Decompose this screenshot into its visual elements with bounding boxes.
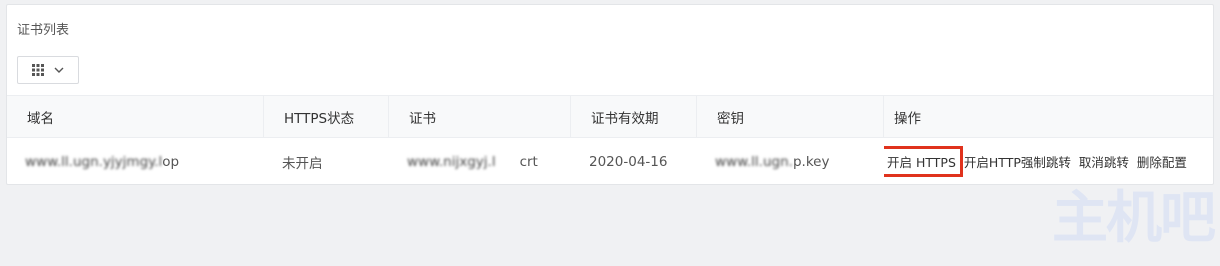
- certificate-panel: 证书列表 域名 HTTPS状态 证书 证书有效期 密钥 操作 www.ll.ug…: [6, 4, 1214, 185]
- chevron-down-icon: [54, 67, 64, 73]
- cancel-redirect-link[interactable]: 取消跳转: [1079, 152, 1129, 171]
- key-blurred: www.ll.ugn.: [715, 153, 793, 170]
- column-header-certificate[interactable]: 证书: [389, 96, 571, 137]
- delete-config-link[interactable]: 删除配置: [1137, 152, 1187, 171]
- table-row: www.ll.ugn.yjyjmgy.l op 未开启 www.nijxgyj.l…: [7, 138, 1213, 185]
- column-header-https-status[interactable]: HTTPS状态: [264, 96, 389, 137]
- column-header-key[interactable]: 密钥: [697, 96, 884, 137]
- panel-title: 证书列表: [17, 23, 70, 38]
- force-redirect-link[interactable]: 开启HTTP强制跳转: [964, 152, 1071, 171]
- view-toggle-button[interactable]: [17, 56, 79, 84]
- domain-cell: www.ll.ugn.yjyjmgy.l op: [7, 138, 264, 185]
- column-header-expiry[interactable]: 证书有效期: [571, 96, 697, 137]
- domain-blurred: www.ll.ugn.yjyjmgy.l: [25, 153, 163, 170]
- table-header: 域名 HTTPS状态 证书 证书有效期 密钥 操作: [7, 95, 1213, 138]
- domain-suffix: op: [162, 153, 180, 170]
- key-suffix: p.key: [792, 153, 830, 170]
- certificate-cell: www.nijxgyj.l crt: [389, 138, 571, 185]
- certificate-table: 域名 HTTPS状态 证书 证书有效期 密钥 操作 www.ll.ugn.yjy…: [7, 95, 1213, 185]
- cert-suffix: crt: [519, 153, 538, 170]
- https-status-cell: 未开启: [282, 155, 323, 172]
- key-cell: www.ll.ugn. p.key: [697, 138, 884, 185]
- enable-https-link[interactable]: 开启 HTTPS: [884, 146, 963, 177]
- grid-icon: [32, 64, 44, 76]
- column-header-domain[interactable]: 域名: [7, 96, 264, 137]
- column-header-actions: 操作: [894, 110, 921, 127]
- expiry-cell: 2020-04-16: [589, 153, 668, 170]
- cert-blurred: www.nijxgyj.l: [407, 153, 496, 170]
- watermark-logo: 主机吧: [1052, 185, 1216, 251]
